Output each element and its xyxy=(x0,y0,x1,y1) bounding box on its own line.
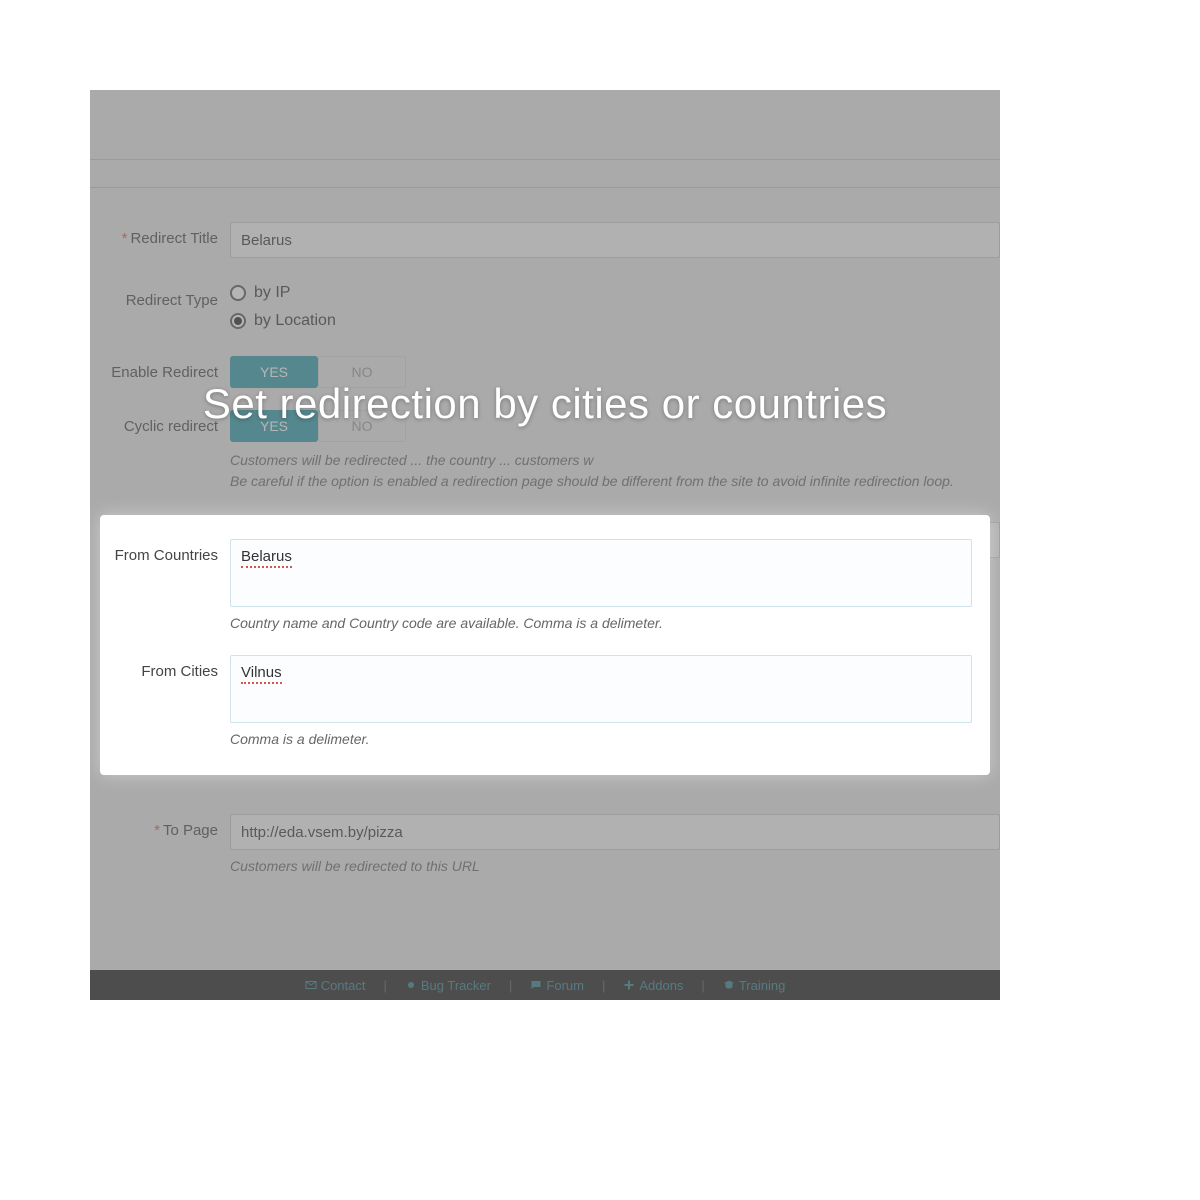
toggle-yes-button[interactable]: YES xyxy=(230,356,318,388)
footer-forum[interactable]: Forum xyxy=(530,978,584,993)
label-text: To Page xyxy=(163,822,218,839)
app-stage: *Redirect Title Redirect Type by IP by L… xyxy=(90,90,1000,1000)
radio-by-location[interactable]: by Location xyxy=(230,312,1000,330)
label-enable-redirect: Enable Redirect xyxy=(90,356,230,381)
label-from-cities: From Cities xyxy=(100,655,230,680)
toggle-no-button[interactable]: NO xyxy=(318,410,406,442)
label-from-countries: From Countries xyxy=(100,539,230,564)
divider-top xyxy=(90,120,1000,160)
radio-icon xyxy=(230,285,246,301)
from-cities-help: Comma is a delimeter. xyxy=(230,731,972,747)
spellcheck-underline: Vilnus xyxy=(241,664,282,684)
row-from-countries: From Countries Belarus Country name and … xyxy=(100,529,990,641)
row-cyclic-redirect: Cyclic redirect YES NO Customers will be… xyxy=(90,398,1000,502)
footer-label: Contact xyxy=(321,978,366,993)
footer-contact[interactable]: Contact xyxy=(305,978,366,993)
footer-bar: Contact | Bug Tracker | Forum | Addons |… xyxy=(90,970,1000,1000)
radio-by-ip[interactable]: by IP xyxy=(230,284,1000,302)
note-line-1: Customers will be redirected ... the cou… xyxy=(230,450,1000,471)
required-star: * xyxy=(122,230,128,247)
chat-icon xyxy=(530,979,542,991)
label-text: From Cities xyxy=(141,663,218,680)
label-redirect-type: Redirect Type xyxy=(90,284,230,309)
toggle-enable-redirect[interactable]: YES NO xyxy=(230,356,1000,388)
to-page-input[interactable] xyxy=(230,814,1000,850)
from-cities-input[interactable]: Vilnus xyxy=(230,655,972,723)
footer-addons[interactable]: Addons xyxy=(623,978,683,993)
spellcheck-underline: Belarus xyxy=(241,548,292,568)
label-redirect-title: *Redirect Title xyxy=(90,222,230,247)
divider-top-2 xyxy=(90,160,1000,188)
cyclic-note: Customers will be redirected ... the cou… xyxy=(230,450,1000,492)
radio-icon-checked xyxy=(230,313,246,329)
footer-sep: | xyxy=(384,978,387,993)
footer-label: Training xyxy=(739,978,785,993)
toggle-no-button[interactable]: NO xyxy=(318,356,406,388)
toggle-yes-button[interactable]: YES xyxy=(230,410,318,442)
radio-label: by IP xyxy=(254,284,290,302)
footer-label: Forum xyxy=(546,978,584,993)
footer-label: Addons xyxy=(639,978,683,993)
required-star: * xyxy=(154,822,160,839)
from-countries-help: Country name and Country code are availa… xyxy=(230,615,972,631)
label-to-page: *To Page xyxy=(90,814,230,839)
footer-sep: | xyxy=(509,978,512,993)
footer-sep: | xyxy=(701,978,704,993)
label-text: Cyclic redirect xyxy=(124,418,218,435)
label-text: From Countries xyxy=(115,547,218,564)
row-to-page: *To Page Customers will be redirected to… xyxy=(90,808,1000,884)
label-text: Redirect Title xyxy=(130,230,218,247)
row-redirect-type: Redirect Type by IP by Location xyxy=(90,268,1000,340)
label-cyclic-redirect: Cyclic redirect xyxy=(90,410,230,435)
toggle-cyclic-redirect[interactable]: YES NO xyxy=(230,410,1000,442)
bug-icon xyxy=(405,979,417,991)
note-line-2: Be careful if the option is enabled a re… xyxy=(230,471,1000,492)
row-from-cities: From Cities Vilnus Comma is a delimeter. xyxy=(100,641,990,757)
row-enable-redirect: Enable Redirect YES NO xyxy=(90,340,1000,398)
grad-cap-icon xyxy=(723,979,735,991)
footer-training[interactable]: Training xyxy=(723,978,785,993)
highlight-card: From Countries Belarus Country name and … xyxy=(100,515,990,775)
mail-icon xyxy=(305,979,317,991)
from-countries-input[interactable]: Belarus xyxy=(230,539,972,607)
redirect-title-input[interactable] xyxy=(230,222,1000,258)
footer-bug[interactable]: Bug Tracker xyxy=(405,978,491,993)
label-text: Redirect Type xyxy=(126,292,218,309)
footer-label: Bug Tracker xyxy=(421,978,491,993)
row-redirect-title: *Redirect Title xyxy=(90,212,1000,268)
to-page-help: Customers will be redirected to this URL xyxy=(230,858,1000,874)
plus-icon xyxy=(623,979,635,991)
label-text: Enable Redirect xyxy=(111,364,218,381)
radio-label: by Location xyxy=(254,312,336,330)
footer-sep: | xyxy=(602,978,605,993)
